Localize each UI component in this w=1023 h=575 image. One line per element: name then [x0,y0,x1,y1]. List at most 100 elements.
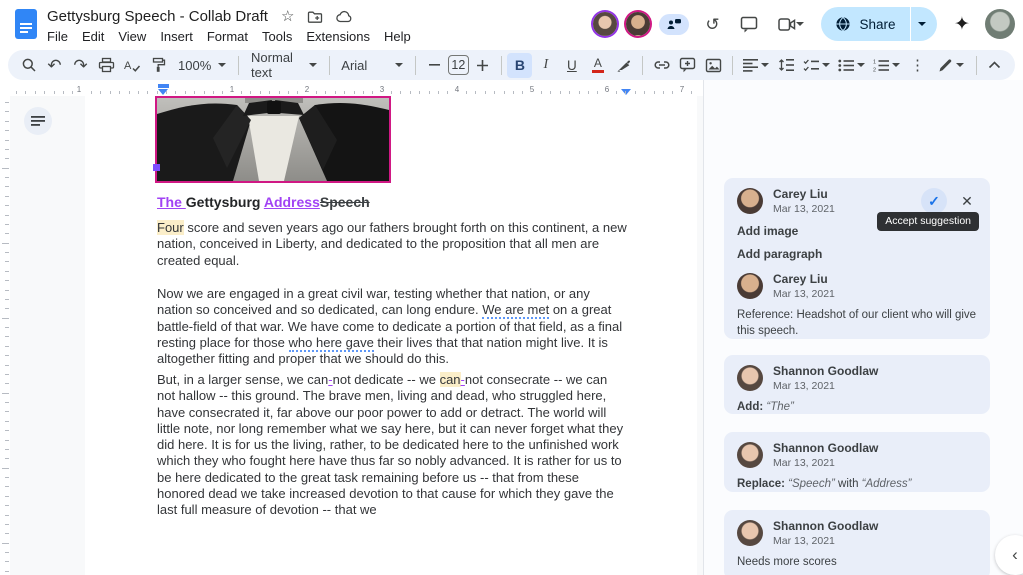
bulleted-list-caret-icon [857,63,866,67]
italic-button[interactable]: I [533,53,558,78]
comment-card[interactable]: Shannon Goodlaw Mar 13, 2021 Needs more … [724,510,990,575]
document-summary-button[interactable] [24,107,52,135]
accept-suggestion-tooltip: Accept suggestion [877,212,979,231]
line-spacing-icon[interactable] [774,53,799,78]
comment-card[interactable]: Shannon Goodlaw Mar 13, 2021 Add: “The” [724,355,990,414]
presence-chip[interactable] [659,13,690,35]
document-heading[interactable]: The Gettysburg AddressSpeech [157,194,370,210]
underline-button[interactable]: U [559,53,584,78]
insert-image-icon[interactable] [701,53,726,78]
comment-body: Replace: “Speech” with “Address” [737,478,912,490]
comment-card[interactable]: Shannon Goodlaw Mar 13, 2021 Replace: “S… [724,432,990,492]
comment-body: Reference: Headshot of our client who wi… [737,309,977,337]
zoom-select[interactable]: 100% [172,53,232,78]
avatar [737,365,763,391]
comment-author: Shannon Goodlaw [773,519,879,533]
meet-caret-icon [796,22,805,26]
font-size-input[interactable]: 12 [448,55,469,75]
inserted-portrait-image[interactable] [153,96,391,183]
meet-video-button[interactable] [772,10,810,38]
search-icon[interactable] [16,53,41,78]
collaborator-avatar-2[interactable] [626,12,651,36]
cloud-status-icon[interactable] [336,10,353,23]
menu-help[interactable]: Help [377,28,418,45]
avatar [737,188,763,214]
suggestion-line: Add paragraph [737,247,823,261]
hide-comments-button[interactable]: ‹ [995,535,1023,575]
font-select[interactable]: Arial [335,53,409,78]
text-color-button[interactable]: A [585,53,610,78]
bulleted-list-button[interactable] [835,53,869,78]
add-comment-icon[interactable] [675,53,700,78]
comment-author: Shannon Goodlaw [773,364,879,378]
highlight-color-icon[interactable] [611,53,636,78]
gemini-sparkle-icon[interactable]: ✦ [948,10,976,38]
horizontal-ruler[interactable]: 11234567 [10,84,697,96]
comment-date: Mar 13, 2021 [773,380,835,392]
reject-suggestion-button[interactable]: ✕ [957,191,977,211]
divider [976,55,977,75]
svg-text:2: 2 [873,67,876,72]
share-button-group: Share [821,7,937,41]
print-icon[interactable] [94,53,119,78]
bold-button[interactable]: B [507,52,533,78]
menu-edit[interactable]: Edit [75,28,111,45]
paragraph-3[interactable]: But, in a larger sense, we can-not dedic… [157,372,628,519]
share-button[interactable]: Share [821,7,910,41]
menu-tools[interactable]: Tools [255,28,299,45]
divider [415,55,417,75]
comment-date: Mar 13, 2021 [773,457,835,469]
docs-logo-icon[interactable] [15,9,37,39]
menu-view[interactable]: View [111,28,153,45]
redo-icon[interactable]: ↷ [68,53,93,78]
spellcheck-icon[interactable]: A [120,53,145,78]
divider [642,55,644,75]
increase-font-size-button[interactable] [470,53,495,78]
version-history-icon[interactable]: ↺ [698,10,726,38]
paragraph-style-select[interactable]: Normal text [245,50,322,80]
paragraph-2[interactable]: Now we are engaged in a great civil war,… [157,286,628,367]
first-line-indent-marker[interactable] [158,84,169,88]
paint-format-icon[interactable] [146,53,171,78]
pencil-icon [939,58,952,71]
paragraph-1[interactable]: Four score and seven years ago our fathe… [157,220,628,269]
suggestion-card[interactable]: Carey Liu Mar 13, 2021 ✓ ✕ Add image Add… [724,178,990,339]
share-label: Share [859,16,896,32]
decrease-font-size-button[interactable] [422,53,447,78]
star-icon[interactable]: ☆ [281,9,294,24]
vertical-ruler[interactable] [0,96,10,575]
show-comments-icon[interactable] [735,10,763,38]
menu-format[interactable]: Format [200,28,255,45]
avatar [737,520,763,546]
checklist-button[interactable] [800,53,834,78]
insert-link-icon[interactable] [649,53,674,78]
accept-suggestion-button[interactable]: ✓ [921,188,947,214]
numbered-list-button[interactable]: 12 [870,53,904,78]
hide-menus-button[interactable] [982,53,1007,78]
align-caret-icon [760,63,769,67]
link-visibility-globe-icon [836,17,851,31]
align-button[interactable] [739,53,773,78]
divider [500,55,502,75]
editing-mode-caret-icon [956,63,964,67]
move-folder-icon[interactable] [307,10,323,24]
comment-date: Mar 13, 2021 [773,535,835,547]
menu-insert[interactable]: Insert [153,28,200,45]
document-title[interactable]: Gettysburg Speech - Collab Draft [47,8,268,25]
share-options-button[interactable] [911,7,937,41]
account-avatar[interactable] [985,9,1015,39]
portrait-photo [157,98,389,181]
comment-body: Needs more scores [737,556,837,568]
comments-panel: Carey Liu Mar 13, 2021 ✓ ✕ Add image Add… [703,80,1023,575]
divider [732,55,733,75]
more-options-icon[interactable]: ⋮ [905,53,930,78]
undo-icon[interactable]: ↶ [42,53,67,78]
app-header: Gettysburg Speech - Collab Draft ☆ File … [0,0,1023,48]
image-resize-handle[interactable] [153,164,160,171]
comment-author: Carey Liu [773,187,828,201]
divider [328,55,330,75]
editing-mode-button[interactable] [931,53,971,78]
collaborator-avatar-1[interactable] [593,12,618,36]
menu-extensions[interactable]: Extensions [299,28,377,45]
menu-file[interactable]: File [40,28,75,45]
